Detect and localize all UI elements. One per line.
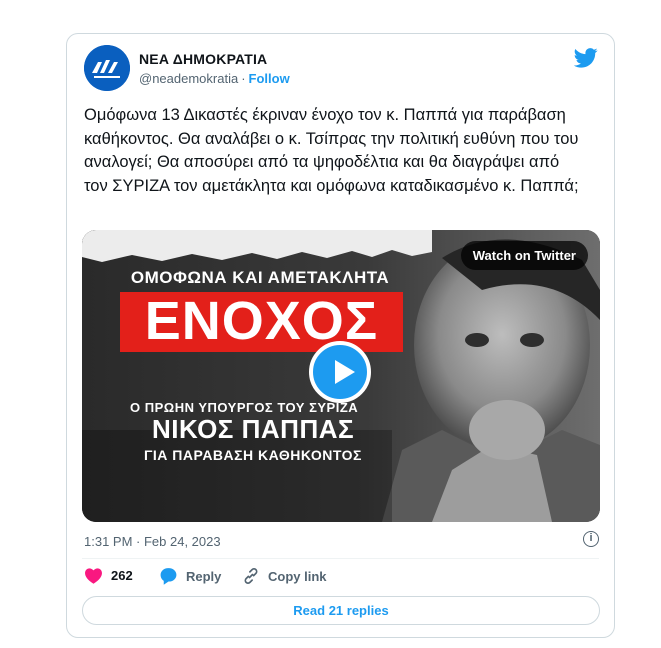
divider	[82, 558, 599, 559]
play-icon[interactable]	[309, 341, 371, 403]
author-name[interactable]: ΝΕΑ ΔΗΜΟΚΡΑΤΙΑ	[139, 51, 267, 67]
subtitle-line-3: ΓΙΑ ΠΑΡΑΒΑΣΗ ΚΑΘΗΚΟΝΤΟΣ	[144, 447, 362, 463]
subtitle-line-2: ΝΙΚΟΣ ΠΑΠΠΑΣ	[152, 414, 355, 444]
copy-link-label: Copy link	[268, 568, 327, 584]
tweet-text: Ομόφωνα 13 Δικαστές έκριναν ένοχο τον κ.…	[84, 106, 579, 195]
heart-icon	[85, 568, 102, 584]
twitter-bird-icon[interactable]	[574, 48, 598, 68]
author-handle[interactable]: @neademokratia	[139, 71, 238, 86]
link-icon	[244, 568, 258, 584]
tweet-timestamp[interactable]: 1:31 PM · Feb 24, 2023	[84, 534, 221, 549]
avatar[interactable]	[84, 45, 130, 91]
like-button[interactable]: 262	[84, 567, 133, 584]
tweet-card: ΝΕΑ ΔΗΜΟΚΡΑΤΙΑ @neademokratia · Follow Ομό…	[66, 33, 615, 638]
headline-main: ΕΝΟΧΟΣ	[144, 291, 379, 351]
watch-on-twitter-button[interactable]: Watch on Twitter	[460, 241, 588, 270]
reply-label: Reply	[186, 568, 222, 584]
subtitle-line-1: Ο ΠΡΩΗΝ ΥΠΟΥΡΓΟΣ ΤΟΥ ΣΥΡΙΖΑ	[130, 400, 359, 415]
info-icon[interactable]: i	[583, 531, 599, 547]
read-replies-button[interactable]: Read 21 replies	[82, 596, 600, 625]
copy-link-button[interactable]: Copy link	[242, 567, 327, 585]
headline-top: ΟΜΟΦΩΝΑ ΚΑΙ ΑΜΕΤΑΚΛΗΤΑ	[130, 268, 390, 287]
author-meta: @neademokratia · Follow	[139, 71, 290, 86]
follow-button[interactable]: Follow	[249, 71, 290, 86]
like-count: 262	[111, 568, 133, 583]
video-thumbnail[interactable]: ΟΜΟΦΩΝΑ ΚΑΙ ΑΜΕΤΑΚΛΗΤΑ ΕΝΟΧΟΣ Ο ΠΡΩΗΝ ΥΠ…	[82, 230, 600, 522]
meta-separator: ·	[241, 71, 246, 86]
reply-bubble-icon	[160, 568, 177, 585]
reply-button[interactable]: Reply	[159, 567, 221, 585]
nd-logo-icon	[84, 45, 130, 91]
